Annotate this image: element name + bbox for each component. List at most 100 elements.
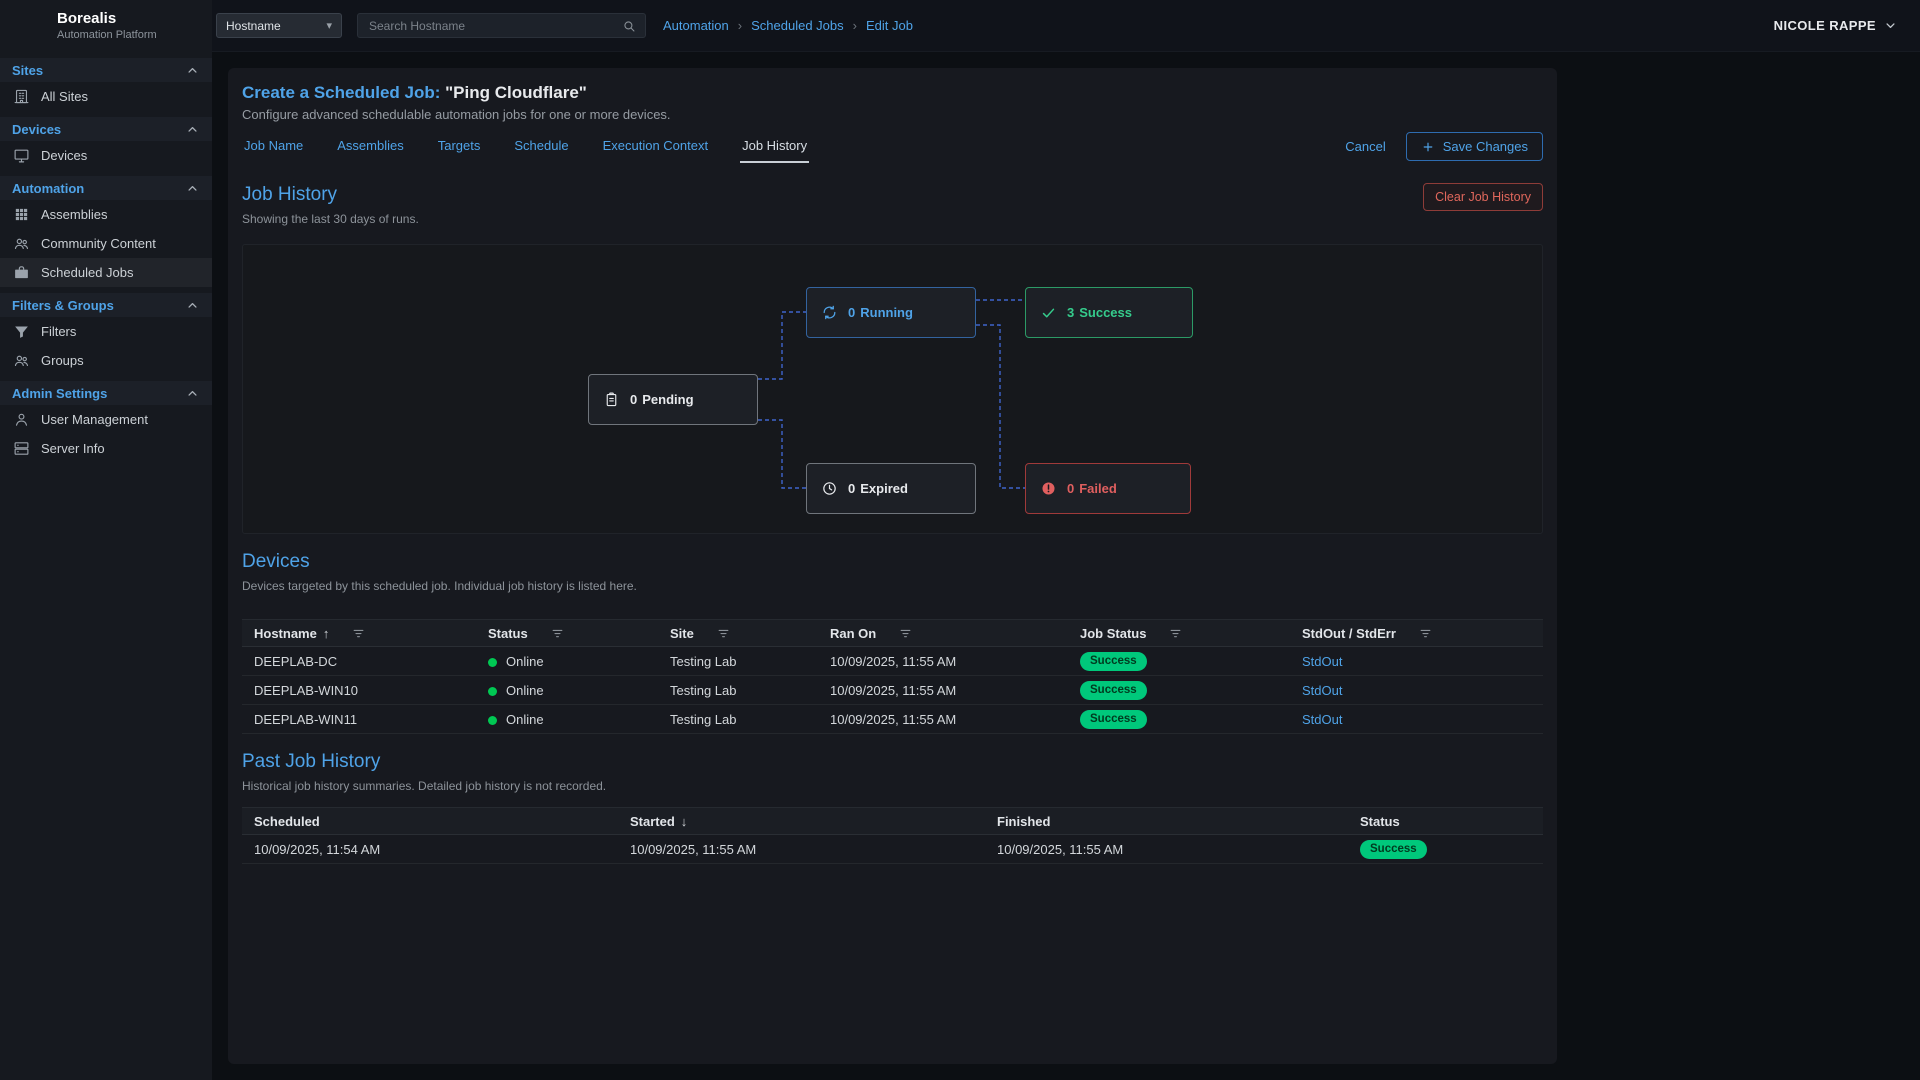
tab-assemblies[interactable]: Assemblies <box>335 130 405 163</box>
checkmark-icon <box>1040 304 1057 321</box>
search-input[interactable] <box>367 18 622 34</box>
cell-status: Success <box>1348 835 1543 864</box>
sync-icon <box>821 304 838 321</box>
col-header-stdout[interactable]: StdOut / StdErr <box>1290 620 1543 647</box>
section-label: Automation <box>12 181 84 196</box>
filter-list-icon[interactable] <box>550 626 565 641</box>
sidebar-section-sites[interactable]: Sites <box>0 58 212 82</box>
hostname-select[interactable]: Hostname ▾ <box>216 13 342 38</box>
sort-desc-icon: ↓ <box>681 814 688 829</box>
status-text: Online <box>506 683 544 698</box>
cell-started: 10/09/2025, 11:55 AM <box>618 835 985 864</box>
cell-job-status: Success <box>1068 676 1290 705</box>
cell-scheduled: 10/09/2025, 11:54 AM <box>242 835 618 864</box>
status-text: Online <box>506 654 544 669</box>
sidebar-section-admin-settings[interactable]: Admin Settings <box>0 381 212 405</box>
tab-schedule[interactable]: Schedule <box>512 130 570 163</box>
col-header-started[interactable]: Started ↓ <box>618 808 985 835</box>
breadcrumb-automation[interactable]: Automation <box>663 18 729 33</box>
flow-node-success-label: 3Success <box>1067 305 1132 320</box>
past-history-subheading: Historical job history summaries. Detail… <box>242 779 606 793</box>
briefcase-icon <box>13 264 30 281</box>
sidebar-item-server-info[interactable]: Server Info <box>0 434 212 463</box>
brand[interactable]: Borealis Automation Platform <box>0 0 212 52</box>
failed-text: Failed <box>1079 481 1117 496</box>
breadcrumb-scheduled-jobs[interactable]: Scheduled Jobs <box>751 18 844 33</box>
filter-list-icon[interactable] <box>898 626 913 641</box>
filter-list-icon[interactable] <box>716 626 731 641</box>
page-title-prefix: Create a Scheduled Job: <box>242 83 440 102</box>
filter-list-icon[interactable] <box>1418 626 1433 641</box>
breadcrumb-edit-job[interactable]: Edit Job <box>866 18 913 33</box>
pending-text: Pending <box>642 392 693 407</box>
success-text: Success <box>1079 305 1132 320</box>
sidebar-section-filters-groups[interactable]: Filters & Groups <box>0 293 212 317</box>
item-label: Scheduled Jobs <box>41 265 134 280</box>
page-title-job-name: "Ping Cloudflare" <box>445 83 587 102</box>
job-history-subheading: Showing the last 30 days of runs. <box>242 212 419 226</box>
search-icon[interactable] <box>622 19 636 33</box>
sidebar-item-user-management[interactable]: User Management <box>0 405 212 434</box>
cancel-button[interactable]: Cancel <box>1345 139 1385 154</box>
col-header-scheduled[interactable]: Scheduled <box>242 808 618 835</box>
status-badge: Success <box>1080 710 1147 729</box>
col-label: Status <box>1360 814 1400 829</box>
stdout-link[interactable]: StdOut <box>1302 654 1342 669</box>
user-menu[interactable]: NICOLE RAPPE <box>1774 18 1898 33</box>
col-header-status[interactable]: Status <box>476 620 658 647</box>
sort-asc-icon: ↑ <box>323 626 330 641</box>
stdout-link[interactable]: StdOut <box>1302 683 1342 698</box>
error-icon <box>1040 480 1057 497</box>
sidebar-section-automation[interactable]: Automation <box>0 176 212 200</box>
cell-status: Online <box>476 647 658 676</box>
tab-job-history[interactable]: Job History <box>740 130 809 163</box>
failed-count: 0 <box>1067 481 1074 496</box>
brand-name: Borealis <box>57 11 157 27</box>
col-header-status[interactable]: Status <box>1348 808 1543 835</box>
chevron-up-icon <box>185 63 200 78</box>
save-changes-button[interactable]: Save Changes <box>1406 132 1543 161</box>
flow-node-pending[interactable]: 0Pending <box>588 374 758 425</box>
flow-node-expired[interactable]: 0Expired <box>806 463 976 514</box>
caret-down-icon: ▾ <box>326 19 332 32</box>
col-header-finished[interactable]: Finished <box>985 808 1348 835</box>
running-count: 0 <box>848 305 855 320</box>
item-label: Devices <box>41 148 87 163</box>
tab-job-name[interactable]: Job Name <box>242 130 305 163</box>
brand-text: Borealis Automation Platform <box>57 11 157 42</box>
cell-job-status: Success <box>1068 647 1290 676</box>
sidebar-item-all-sites[interactable]: All Sites <box>0 82 212 111</box>
col-header-job-status[interactable]: Job Status <box>1068 620 1290 647</box>
cell-hostname: DEEPLAB-WIN10 <box>242 676 476 705</box>
flow-node-running[interactable]: 0Running <box>806 287 976 338</box>
tab-targets[interactable]: Targets <box>436 130 483 163</box>
cell-ran-on: 10/09/2025, 11:55 AM <box>818 676 1068 705</box>
filter-list-icon[interactable] <box>1168 626 1183 641</box>
filter-list-icon[interactable] <box>351 626 366 641</box>
sidebar-section-devices[interactable]: Devices <box>0 117 212 141</box>
cell-stdout: StdOut <box>1290 647 1543 676</box>
sidebar-item-filters[interactable]: Filters <box>0 317 212 346</box>
sidebar-item-scheduled-jobs[interactable]: Scheduled Jobs <box>0 258 212 287</box>
clear-job-history-button[interactable]: Clear Job History <box>1423 183 1543 211</box>
col-label: Site <box>670 626 694 641</box>
sidebar-item-groups[interactable]: Groups <box>0 346 212 375</box>
col-header-ran-on[interactable]: Ran On <box>818 620 1068 647</box>
flow-node-success[interactable]: 3Success <box>1025 287 1193 338</box>
col-header-hostname[interactable]: Hostname ↑ <box>242 620 476 647</box>
groups-icon <box>13 352 30 369</box>
tab-execution-context[interactable]: Execution Context <box>601 130 711 163</box>
col-label: Ran On <box>830 626 876 641</box>
sidebar-item-community-content[interactable]: Community Content <box>0 229 212 258</box>
col-header-site[interactable]: Site <box>658 620 818 647</box>
sidebar-item-assemblies[interactable]: Assemblies <box>0 200 212 229</box>
col-label: Started <box>630 814 675 829</box>
stdout-link[interactable]: StdOut <box>1302 712 1342 727</box>
breadcrumb-separator: › <box>853 18 857 33</box>
cell-hostname: DEEPLAB-WIN11 <box>242 705 476 734</box>
sidebar-item-devices[interactable]: Devices <box>0 141 212 170</box>
flow-node-failed[interactable]: 0 Failed <box>1025 463 1191 514</box>
job-history-header-row: Job History Showing the last 30 days of … <box>242 183 1543 226</box>
col-label: Hostname <box>254 626 317 641</box>
user-name: NICOLE RAPPE <box>1774 18 1876 33</box>
